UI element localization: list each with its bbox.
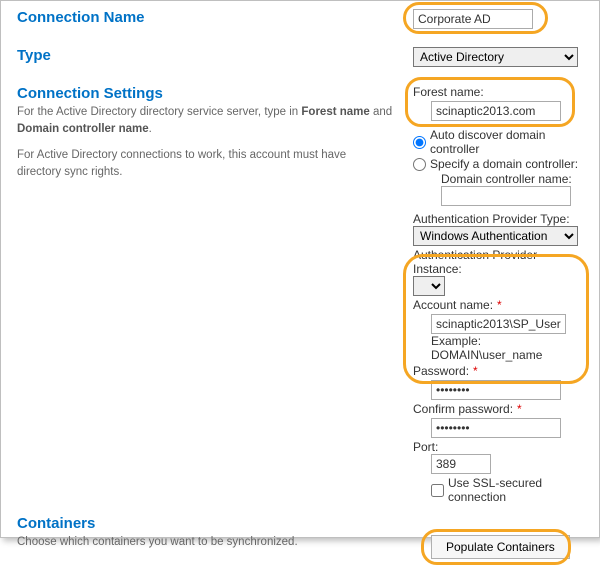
account-name-label: Account name: [413, 298, 493, 312]
account-example: Example: DOMAIN\user_name [431, 334, 583, 362]
auth-instance-select[interactable] [413, 276, 445, 296]
connection-settings-help2: For Active Directory connections to work… [17, 147, 393, 180]
type-select[interactable]: Active Directory [413, 47, 578, 67]
dc-name-input[interactable] [441, 186, 571, 206]
connection-name-input[interactable] [413, 9, 533, 29]
required-icon: * [497, 298, 502, 312]
confirm-password-label: Confirm password: [413, 402, 513, 416]
required-icon: * [517, 402, 522, 416]
dc-name-label: Domain controller name: [441, 172, 583, 186]
connection-settings-help1: For the Active Directory directory servi… [17, 104, 393, 137]
connection-settings-title: Connection Settings [17, 85, 393, 102]
confirm-password-input[interactable] [431, 418, 561, 438]
connection-name-title: Connection Name [17, 9, 393, 26]
port-label: Port: [413, 440, 583, 454]
password-label: Password: [413, 364, 469, 378]
required-icon: * [473, 364, 478, 378]
ssl-label: Use SSL-secured connection [448, 476, 583, 504]
auto-discover-radio[interactable] [413, 136, 426, 149]
populate-containers-button[interactable]: Populate Containers [431, 535, 570, 559]
type-title: Type [17, 47, 393, 64]
forest-name-label: Forest name: [413, 85, 583, 99]
port-input[interactable] [431, 454, 491, 474]
forest-name-input[interactable] [431, 101, 561, 121]
specify-dc-radio[interactable] [413, 158, 426, 171]
containers-title: Containers [17, 515, 393, 532]
specify-dc-label: Specify a domain controller: [430, 157, 578, 171]
account-name-input[interactable] [431, 314, 566, 334]
password-input[interactable] [431, 380, 561, 400]
auto-discover-label: Auto discover domain controller [430, 128, 583, 156]
containers-help: Choose which containers you want to be s… [17, 534, 393, 551]
auth-type-label: Authentication Provider Type: [413, 212, 583, 226]
ssl-checkbox[interactable] [431, 484, 444, 497]
auth-instance-label: Authentication Provider Instance: [413, 248, 583, 276]
auth-type-select[interactable]: Windows Authentication [413, 226, 578, 246]
